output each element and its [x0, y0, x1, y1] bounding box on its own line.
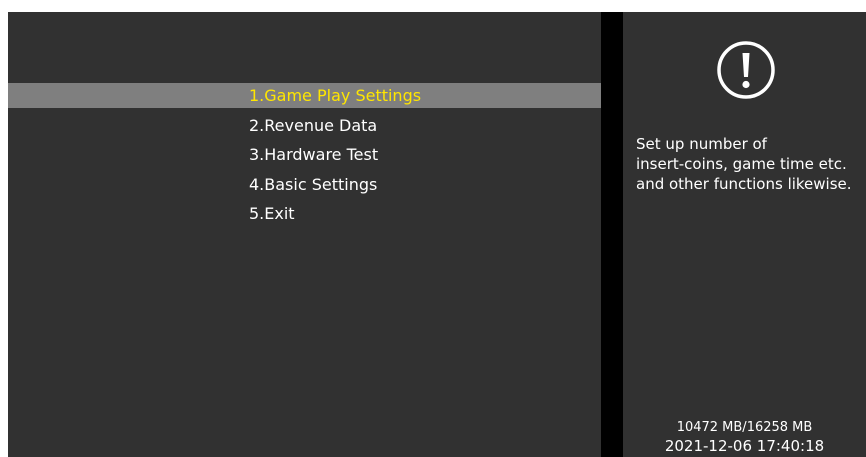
info-description: Set up number of insert-coins, game time…	[636, 135, 852, 193]
menu-item-revenue-data[interactable]: 2.Revenue Data	[249, 114, 421, 144]
settings-screen: 1.Game Play Settings 2.Revenue Data 3.Ha…	[8, 12, 866, 457]
menu-item-exit[interactable]: 5.Exit	[249, 202, 421, 232]
exclamation-circle-icon	[716, 40, 776, 100]
menu-panel: 1.Game Play Settings 2.Revenue Data 3.Ha…	[8, 12, 601, 457]
menu-item-basic-settings[interactable]: 4.Basic Settings	[249, 173, 421, 203]
menu-item-hardware-test[interactable]: 3.Hardware Test	[249, 143, 421, 173]
info-panel: Set up number of insert-coins, game time…	[623, 12, 866, 457]
panel-divider	[601, 12, 623, 457]
menu-list: 1.Game Play Settings 2.Revenue Data 3.Ha…	[249, 84, 421, 232]
system-datetime: 2021-12-06 17:40:18	[664, 437, 825, 455]
menu-item-game-play-settings[interactable]: 1.Game Play Settings	[249, 84, 421, 114]
storage-usage: 10472 MB/16258 MB	[676, 420, 813, 435]
